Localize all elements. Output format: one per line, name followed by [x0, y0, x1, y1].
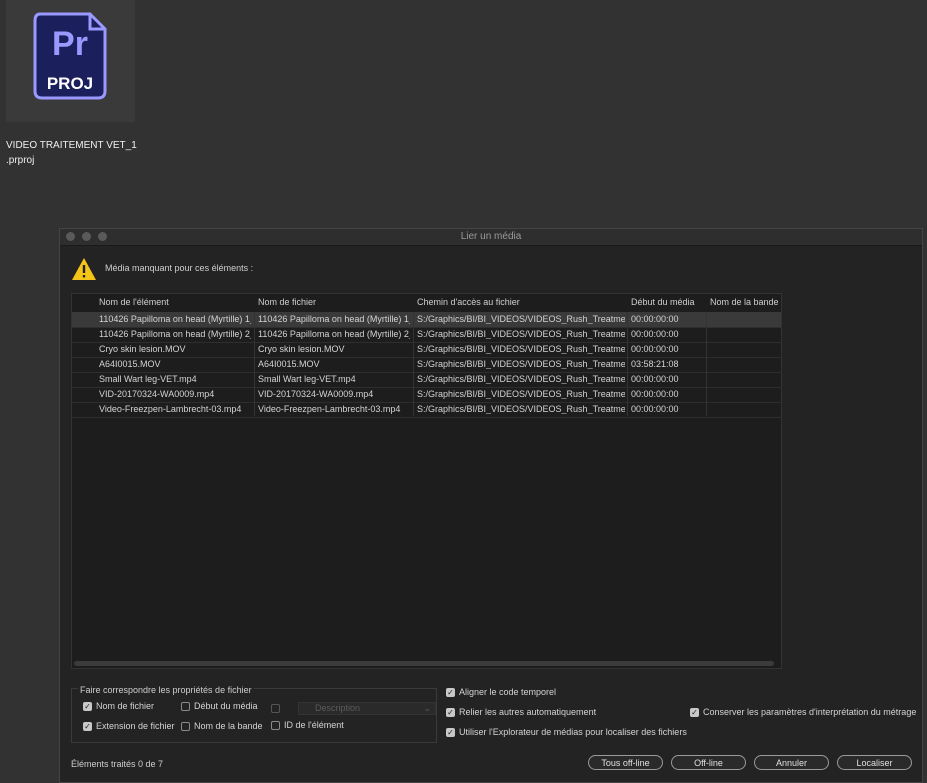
- match-properties-title: Faire correspondre les propriétés de fic…: [78, 685, 254, 695]
- use-media-browser-checkbox[interactable]: ✓ Utiliser l'Explorateur de médias pour …: [446, 727, 687, 737]
- processed-status: Éléments traités 0 de 7: [71, 759, 164, 769]
- table-row[interactable]: VID-20170324-WA0009.mp4 VID-20170324-WA00…: [72, 387, 781, 403]
- match-media-start-label: Début du média: [194, 701, 258, 711]
- svg-text:PROJ: PROJ: [47, 74, 93, 93]
- missing-media-table: Nom de l'élément Nom de fichier Chemin d…: [71, 293, 782, 669]
- table-row[interactable]: Cryo skin lesion.MOV Cryo skin lesion.MOV…: [72, 342, 781, 358]
- checkbox-unchecked-icon: [181, 721, 190, 731]
- dialog-title: Lier un média: [460, 231, 522, 242]
- description-checkbox[interactable]: [271, 704, 280, 713]
- chevron-down-icon: ⌄: [423, 703, 431, 713]
- cell-clip-name: A64I0015.MOV: [99, 359, 161, 369]
- align-timecode-label: Aligner le code temporel: [459, 687, 557, 697]
- match-tape-name-checkbox[interactable]: Nom de la bande: [181, 721, 263, 731]
- column-divider: [627, 312, 628, 416]
- cell-file-path: S:/Graphics/BI/BI_VIDEOS/VIDEOS_Rush_Tre…: [417, 389, 625, 399]
- checkbox-checked-icon: ✓: [83, 721, 92, 731]
- column-header-tape-name[interactable]: Nom de la bande: [710, 297, 779, 307]
- cell-file-name: 110426 Papilloma on head (Myrtille) 1_: [258, 314, 410, 324]
- cell-clip-name: Cryo skin lesion.MOV: [99, 344, 186, 354]
- column-header-media-start[interactable]: Début du média: [631, 297, 695, 307]
- table-row[interactable]: 110426 Papilloma on head (Myrtille) 2_ 11…: [72, 327, 781, 343]
- checkbox-checked-icon: ✓: [446, 727, 455, 737]
- offline-all-button[interactable]: Tous off-line: [588, 755, 663, 770]
- align-timecode-checkbox[interactable]: ✓ Aligner le code temporel: [446, 687, 556, 697]
- match-media-start-checkbox[interactable]: Début du média: [181, 701, 258, 711]
- table-row[interactable]: Small Wart leg-VET.mp4 Small Wart leg-VET…: [72, 372, 781, 388]
- cell-file-path: S:/Graphics/BI/BI_VIDEOS/VIDEOS_Rush_Tre…: [417, 344, 625, 354]
- dialog-titlebar[interactable]: Lier un média: [60, 229, 922, 246]
- relink-others-label: Relier les autres automatiquement: [459, 707, 597, 717]
- link-media-dialog: Lier un média Média manquant pour ces él…: [59, 228, 923, 783]
- cell-clip-name: VID-20170324-WA0009.mp4: [99, 389, 215, 399]
- column-header-clip-name[interactable]: Nom de l'élément: [99, 297, 169, 307]
- warning-icon: [72, 258, 96, 280]
- cell-clip-name: 110426 Papilloma on head (Myrtille) 1_: [99, 314, 251, 324]
- cell-file-path: S:/Graphics/BI/BI_VIDEOS/VIDEOS_Rush_Tre…: [417, 314, 625, 324]
- cell-file-path: S:/Graphics/BI/BI_VIDEOS/VIDEOS_Rush_Tre…: [417, 329, 625, 339]
- table-header: Nom de l'élément Nom de fichier Chemin d…: [72, 294, 781, 312]
- cell-file-name: 110426 Papilloma on head (Myrtille) 2_: [258, 329, 410, 339]
- cell-media-start: 00:00:00:00: [631, 344, 679, 354]
- cell-media-start: 00:00:00:00: [631, 389, 679, 399]
- table-row[interactable]: 110426 Papilloma on head (Myrtille) 1_ 11…: [72, 312, 781, 328]
- checkbox-checked-icon: ✓: [446, 687, 455, 697]
- table-row[interactable]: Video-Freezpen-Lambrecht-03.mp4 Video-Fre…: [72, 402, 781, 418]
- description-dropdown-value: Description: [315, 703, 361, 713]
- cell-clip-name: Video-Freezpen-Lambrecht-03.mp4: [99, 404, 242, 414]
- cell-media-start: 00:00:00:00: [631, 404, 679, 414]
- offline-button[interactable]: Off-line: [671, 755, 746, 770]
- match-clip-id-checkbox[interactable]: ID de l'élément: [271, 720, 344, 730]
- cell-file-path: S:/Graphics/BI/BI_VIDEOS/VIDEOS_Rush_Tre…: [417, 404, 625, 414]
- cell-file-name: Cryo skin lesion.MOV: [258, 344, 345, 354]
- cell-clip-name: Small Wart leg-VET.mp4: [99, 374, 197, 384]
- desktop-filename-line2: .prproj: [6, 155, 35, 166]
- checkbox-unchecked-icon: [181, 701, 190, 711]
- use-media-browser-label: Utiliser l'Explorateur de médias pour lo…: [459, 727, 687, 737]
- match-file-extension-label: Extension de fichier: [96, 721, 175, 731]
- cell-media-start: 00:00:00:00: [631, 374, 679, 384]
- cell-media-start: 03:58:21:08: [631, 359, 679, 369]
- column-header-file-name[interactable]: Nom de fichier: [258, 297, 316, 307]
- column-divider: [254, 312, 255, 416]
- checkbox-unchecked-icon: [271, 720, 280, 730]
- desktop-file-label[interactable]: VIDEO TRAITEMENT VET_1 .prproj: [6, 138, 137, 168]
- table-row[interactable]: A64I0015.MOV A64I0015.MOV S:/Graphics/BI/B…: [72, 357, 781, 373]
- missing-media-message: Média manquant pour ces éléments :: [105, 263, 254, 273]
- match-file-name-label: Nom de fichier: [96, 701, 155, 711]
- cell-file-path: S:/Graphics/BI/BI_VIDEOS/VIDEOS_Rush_Tre…: [417, 374, 625, 384]
- premiere-project-icon[interactable]: Pr PROJ: [6, 0, 135, 122]
- match-file-extension-checkbox[interactable]: ✓ Extension de fichier: [83, 721, 175, 731]
- cell-file-path: S:/Graphics/BI/BI_VIDEOS/VIDEOS_Rush_Tre…: [417, 359, 625, 369]
- cell-media-start: 00:00:00:00: [631, 314, 679, 324]
- horizontal-scrollbar[interactable]: [74, 661, 774, 666]
- relink-others-checkbox[interactable]: ✓ Relier les autres automatiquement: [446, 707, 596, 717]
- match-properties-group: Faire correspondre les propriétés de fic…: [71, 685, 437, 743]
- description-dropdown[interactable]: Description ⌄: [298, 702, 436, 715]
- match-file-name-checkbox[interactable]: ✓ Nom de fichier: [83, 701, 154, 711]
- cancel-button[interactable]: Annuler: [754, 755, 829, 770]
- checkbox-checked-icon: ✓: [83, 701, 92, 711]
- premiere-badge-icon: Pr PROJ: [33, 12, 107, 100]
- cell-media-start: 00:00:00:00: [631, 329, 679, 339]
- match-clip-id-label: ID de l'élément: [284, 720, 344, 730]
- preserve-interpret-checkbox[interactable]: ✓ Conserver les paramètres d'interprétat…: [690, 707, 916, 717]
- locate-button[interactable]: Localiser: [837, 755, 912, 770]
- checkbox-checked-icon: ✓: [446, 707, 455, 717]
- svg-text:Pr: Pr: [52, 25, 88, 63]
- cell-file-name: Video-Freezpen-Lambrecht-03.mp4: [258, 404, 401, 414]
- cell-file-name: VID-20170324-WA0009.mp4: [258, 389, 374, 399]
- column-divider: [706, 312, 707, 416]
- checkbox-checked-icon: ✓: [690, 707, 699, 717]
- match-tape-name-label: Nom de la bande: [194, 721, 263, 731]
- column-divider: [413, 312, 414, 416]
- cell-file-name: Small Wart leg-VET.mp4: [258, 374, 356, 384]
- desktop-filename-line1: VIDEO TRAITEMENT VET_1: [6, 140, 137, 151]
- cell-clip-name: 110426 Papilloma on head (Myrtille) 2_: [99, 329, 251, 339]
- cell-file-name: A64I0015.MOV: [258, 359, 320, 369]
- preserve-interpret-label: Conserver les paramètres d'interprétatio…: [703, 707, 917, 717]
- column-header-file-path[interactable]: Chemin d'accès au fichier: [417, 297, 520, 307]
